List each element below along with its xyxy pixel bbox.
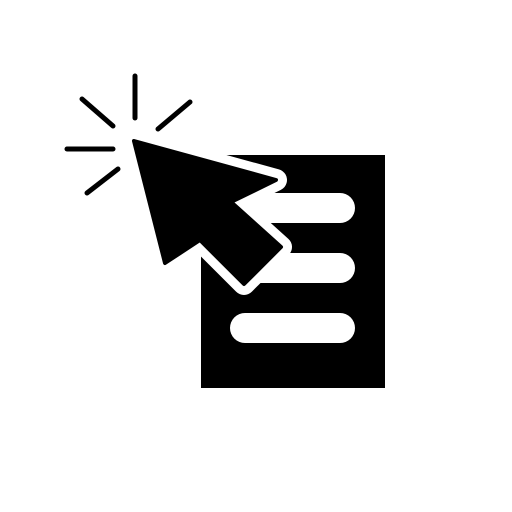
burst-ray [155,99,193,132]
document-click-icon [64,73,385,388]
burst-ray [79,96,116,129]
icon-canvas [0,0,512,512]
document-line [230,313,355,343]
burst-ray [84,166,121,196]
